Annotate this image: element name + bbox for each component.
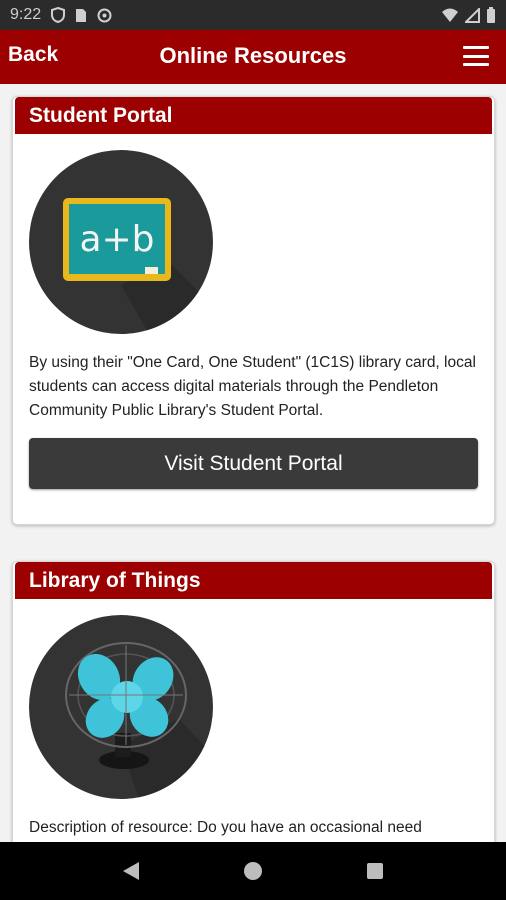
card-description: Description of resource: Do you have an … [29, 819, 422, 836]
hamburger-menu-icon[interactable] [463, 46, 489, 66]
status-bar: 9:22 [0, 0, 506, 30]
fan-icon [29, 615, 213, 799]
back-triangle-icon[interactable] [111, 851, 151, 891]
page-title: Online Resources [159, 43, 347, 68]
cell-signal-icon [465, 7, 480, 23]
card-description: By using their "One Card, One Student" (… [29, 354, 476, 419]
battery-icon [487, 7, 495, 23]
app-bar: Back Online Resources [0, 30, 506, 84]
navigation-bar [0, 842, 506, 900]
chalkboard-label: a+b [79, 219, 154, 260]
visit-student-portal-button[interactable]: Visit Student Portal [29, 438, 478, 489]
back-button[interactable]: Back [8, 43, 58, 67]
card-title: Library of Things [15, 562, 492, 599]
chalkboard-icon: a+b [29, 150, 213, 334]
card-title: Student Portal [15, 97, 492, 134]
recents-square-icon[interactable] [355, 851, 395, 891]
shield-icon [51, 7, 66, 23]
wifi-icon [442, 8, 458, 22]
student-portal-card: Student Portal a+b By using their "One C… [12, 96, 495, 525]
status-time: 9:22 [10, 6, 42, 23]
home-circle-icon[interactable] [233, 851, 273, 891]
library-of-things-card: Library of Things Description of resourc… [12, 561, 495, 842]
data-saver-icon [97, 8, 112, 22]
resource-list[interactable]: Student Portal a+b By using their "One C… [0, 84, 506, 842]
sim-card-icon [76, 8, 87, 22]
